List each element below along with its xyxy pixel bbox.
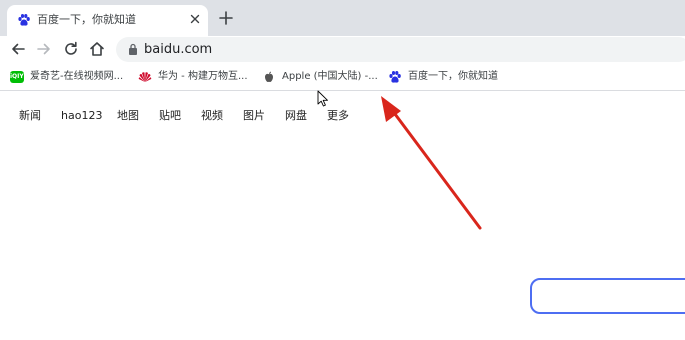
nav-link-more[interactable]: 更多 (327, 108, 349, 124)
url-text[interactable]: baidu.com (144, 41, 212, 58)
nav-link-tieba[interactable]: 贴吧 (159, 108, 181, 124)
plus-icon[interactable] (218, 10, 234, 26)
arrow-left-icon[interactable] (9, 40, 27, 58)
nav-link-pan[interactable]: 网盘 (285, 108, 307, 124)
apple-icon (265, 71, 273, 83)
nav-link-images[interactable]: 图片 (243, 108, 265, 124)
address-bar[interactable]: baidu.com (116, 37, 685, 62)
iqiyi-icon: iQIYI (10, 71, 26, 83)
reload-icon[interactable] (62, 40, 80, 58)
home-icon[interactable] (88, 40, 106, 58)
tab-title: 百度一下，你就知道 (37, 13, 136, 26)
search-input[interactable] (530, 278, 685, 314)
browser-toolbar: baidu.com (0, 36, 685, 64)
bookmark-label: 爱奇艺-在线视频网... (30, 71, 124, 82)
arrow-right-icon[interactable] (35, 40, 53, 58)
page-content: 新闻 hao123 地图 贴吧 视频 图片 网盘 更多 (0, 92, 685, 340)
bookmark-label: 华为 - 构建万物互... (158, 71, 248, 82)
bookmark-label: 百度一下，你就知道 (408, 71, 498, 82)
baidu-paw-icon (389, 71, 401, 83)
nav-link-map[interactable]: 地图 (117, 108, 139, 124)
nav-link-video[interactable]: 视频 (201, 108, 223, 124)
bookmark-label: Apple (中国大陆) -... (282, 71, 378, 82)
lock-icon[interactable] (128, 43, 138, 55)
tab-strip: 百度一下，你就知道 (0, 0, 685, 36)
bookmarks-bar: iQIYI 爱奇艺-在线视频网... 华为 - 构建万物互... Apple (… (0, 64, 685, 91)
close-icon[interactable] (187, 11, 203, 27)
baidu-paw-icon (18, 14, 30, 26)
nav-link-news[interactable]: 新闻 (19, 108, 41, 124)
huawei-icon (138, 72, 152, 82)
nav-link-hao123[interactable]: hao123 (61, 108, 102, 124)
tab-baidu[interactable]: 百度一下，你就知道 (7, 5, 208, 36)
